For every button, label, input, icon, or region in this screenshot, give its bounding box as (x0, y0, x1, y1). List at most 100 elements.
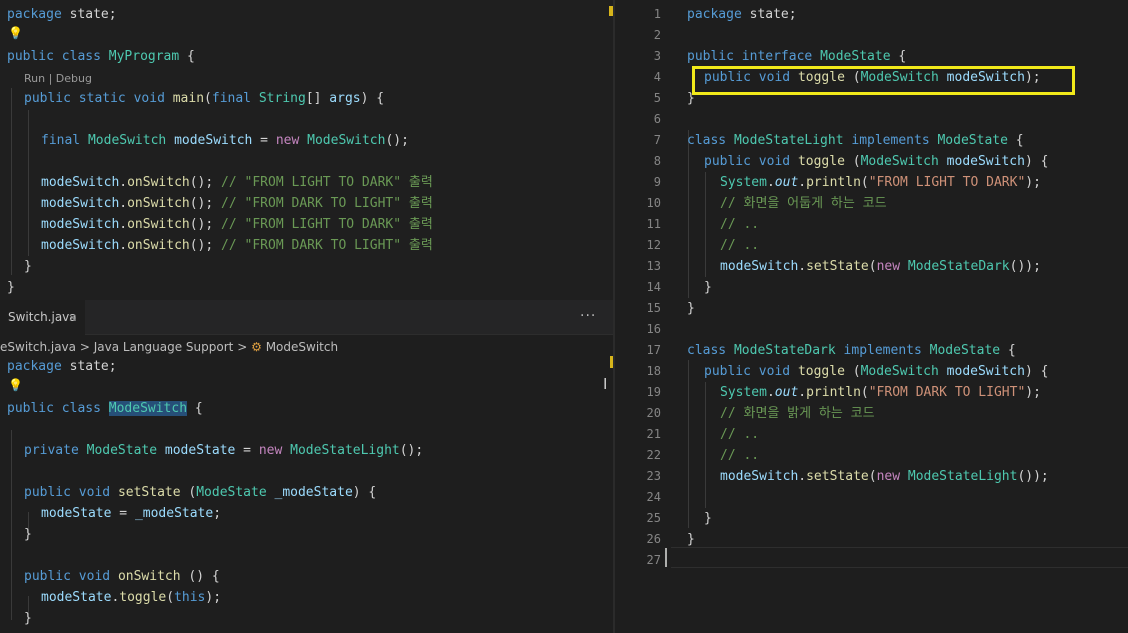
line-number: 17 (646, 343, 661, 357)
code-token: toggle (119, 590, 167, 605)
code-token: new (876, 259, 901, 274)
code-line[interactable]: modeSwitch.onSwitch(); // "FROM DARK TO … (41, 235, 433, 256)
code-line[interactable]: // 화면을 어둡게 하는 코드 (720, 193, 887, 214)
code-line[interactable]: package state; (7, 356, 117, 377)
code-token: (); (385, 133, 409, 148)
code-token: ModeState (929, 343, 1001, 358)
code-line[interactable]: // 화면을 밝게 하는 코드 (720, 403, 875, 424)
code-token: ( (868, 469, 877, 484)
code-token: ()); (1017, 469, 1049, 484)
code-token: . (798, 469, 807, 484)
code-token: ModeSwitch (307, 133, 386, 148)
code-token: main (172, 91, 205, 106)
code-token: { (187, 401, 203, 416)
code-token: ( (868, 259, 877, 274)
code-line[interactable]: System.out.println("FROM LIGHT TO DARK")… (720, 172, 1041, 193)
code-token: final (211, 91, 252, 106)
code-line[interactable]: public class MyProgram { (7, 46, 195, 67)
code-token: . (119, 196, 128, 211)
code-line[interactable]: // .. (720, 424, 759, 445)
lightbulb-icon[interactable]: 💡 (8, 378, 23, 392)
code-line[interactable]: final ModeSwitch modeSwitch = new ModeSw… (41, 130, 409, 151)
code-token: // 화면을 밝게 하는 코드 (720, 406, 875, 421)
code-line[interactable]: // .. (720, 214, 759, 235)
codelens-run-debug[interactable]: Run | Debug (24, 71, 92, 87)
code-token: this (174, 590, 206, 605)
code-line[interactable]: modeSwitch.setState(new ModeStateDark())… (720, 256, 1041, 277)
line-number: 6 (653, 112, 661, 126)
lightbulb-icon[interactable]: 💡 (8, 26, 23, 40)
code-token: ModeState (937, 133, 1008, 148)
code-line[interactable]: modeSwitch.setState(new ModeStateLight()… (720, 466, 1049, 487)
code-token: ModeStateLight (290, 443, 400, 458)
code-token: ( (166, 590, 175, 605)
code-line[interactable]: class ModeStateDark implements ModeState… (687, 340, 1016, 361)
code-line[interactable]: class ModeStateLight implements ModeStat… (687, 130, 1024, 151)
code-token: ); (1025, 385, 1041, 400)
line-number: 7 (653, 133, 661, 147)
code-line[interactable]: modeState.toggle(this); (41, 587, 221, 608)
code-token: [] (305, 91, 330, 106)
code-line[interactable]: public class ModeSwitch { (7, 398, 203, 419)
code-line[interactable]: } (687, 298, 695, 319)
line-number: 22 (646, 448, 661, 462)
code-token: out (774, 175, 799, 190)
breadcrumb-section[interactable]: Java Language Support (94, 340, 234, 354)
code-token: modeSwitch (174, 133, 253, 148)
close-icon[interactable]: × (68, 300, 77, 335)
code-token: = (111, 506, 135, 521)
code-line[interactable]: public void toggle (ModeSwitch modeSwitc… (704, 151, 1048, 172)
code-line[interactable]: } (7, 277, 15, 298)
code-token: () { (180, 569, 220, 584)
code-line[interactable]: } (687, 529, 695, 550)
code-token: . (119, 217, 128, 232)
code-token: } (687, 301, 695, 316)
code-line[interactable]: public void toggle (ModeSwitch modeSwitc… (704, 361, 1048, 382)
line-number: 25 (646, 511, 661, 525)
editor-pane-modeswitch[interactable]: Switch.java × ··· eSwitch.java > Java La… (0, 300, 615, 633)
code-token: ModeStateDark (733, 343, 836, 358)
code-line[interactable]: // .. (720, 235, 759, 256)
breadcrumb-file[interactable]: eSwitch.java (0, 340, 76, 354)
code-line[interactable]: } (24, 524, 32, 545)
code-line[interactable]: modeSwitch.onSwitch(); // "FROM LIGHT TO… (41, 214, 433, 235)
code-line[interactable]: } (704, 277, 712, 298)
editor-pane-modestate[interactable]: 1 2 3 4 5 6 7 8 9 10 11 12 13 14 15 16 17 18 19 20 21 22 23 24 2… (615, 0, 1128, 633)
code-line[interactable]: } (24, 256, 32, 277)
code-token: void (133, 91, 165, 106)
code-line[interactable]: System.out.println("FROM DARK TO LIGHT")… (720, 382, 1041, 403)
code-line[interactable]: } (704, 508, 712, 529)
code-line[interactable]: public void setState (ModeState _modeSta… (24, 482, 376, 503)
code-line[interactable]: public interface ModeState { (687, 46, 906, 67)
code-line[interactable]: modeSwitch.onSwitch(); // "FROM DARK TO … (41, 193, 433, 214)
code-token: ( (844, 154, 861, 169)
code-token: . (798, 259, 807, 274)
code-line[interactable]: // .. (720, 445, 759, 466)
more-actions-icon[interactable]: ··· (580, 300, 596, 332)
code-token: String (258, 91, 306, 106)
code-line[interactable]: package state; (687, 4, 797, 25)
code-token: onSwitch (127, 196, 190, 211)
code-line[interactable]: package state; (7, 4, 117, 25)
code-token: modeSwitch (41, 196, 120, 211)
editor-pane-myprogram[interactable]: 💡 Run | Debug package state; public class… (0, 0, 615, 300)
code-line[interactable]: modeSwitch.onSwitch(); // "FROM LIGHT TO… (41, 172, 433, 193)
code-token: . (119, 175, 128, 190)
code-line[interactable]: public void onSwitch () { (24, 566, 220, 587)
code-token: _modeState (134, 506, 214, 521)
code-line[interactable]: public static void main(final String[] a… (24, 88, 384, 109)
code-token: // "FROM LIGHT TO DARK" 출력 (221, 217, 433, 232)
breadcrumb-symbol[interactable]: ModeSwitch (266, 340, 338, 354)
code-line[interactable]: } (24, 608, 32, 629)
code-line[interactable]: private ModeState modeState = new ModeSt… (24, 440, 423, 461)
code-line[interactable]: modeState = _modeState; (41, 503, 221, 524)
code-token: package (7, 359, 62, 374)
